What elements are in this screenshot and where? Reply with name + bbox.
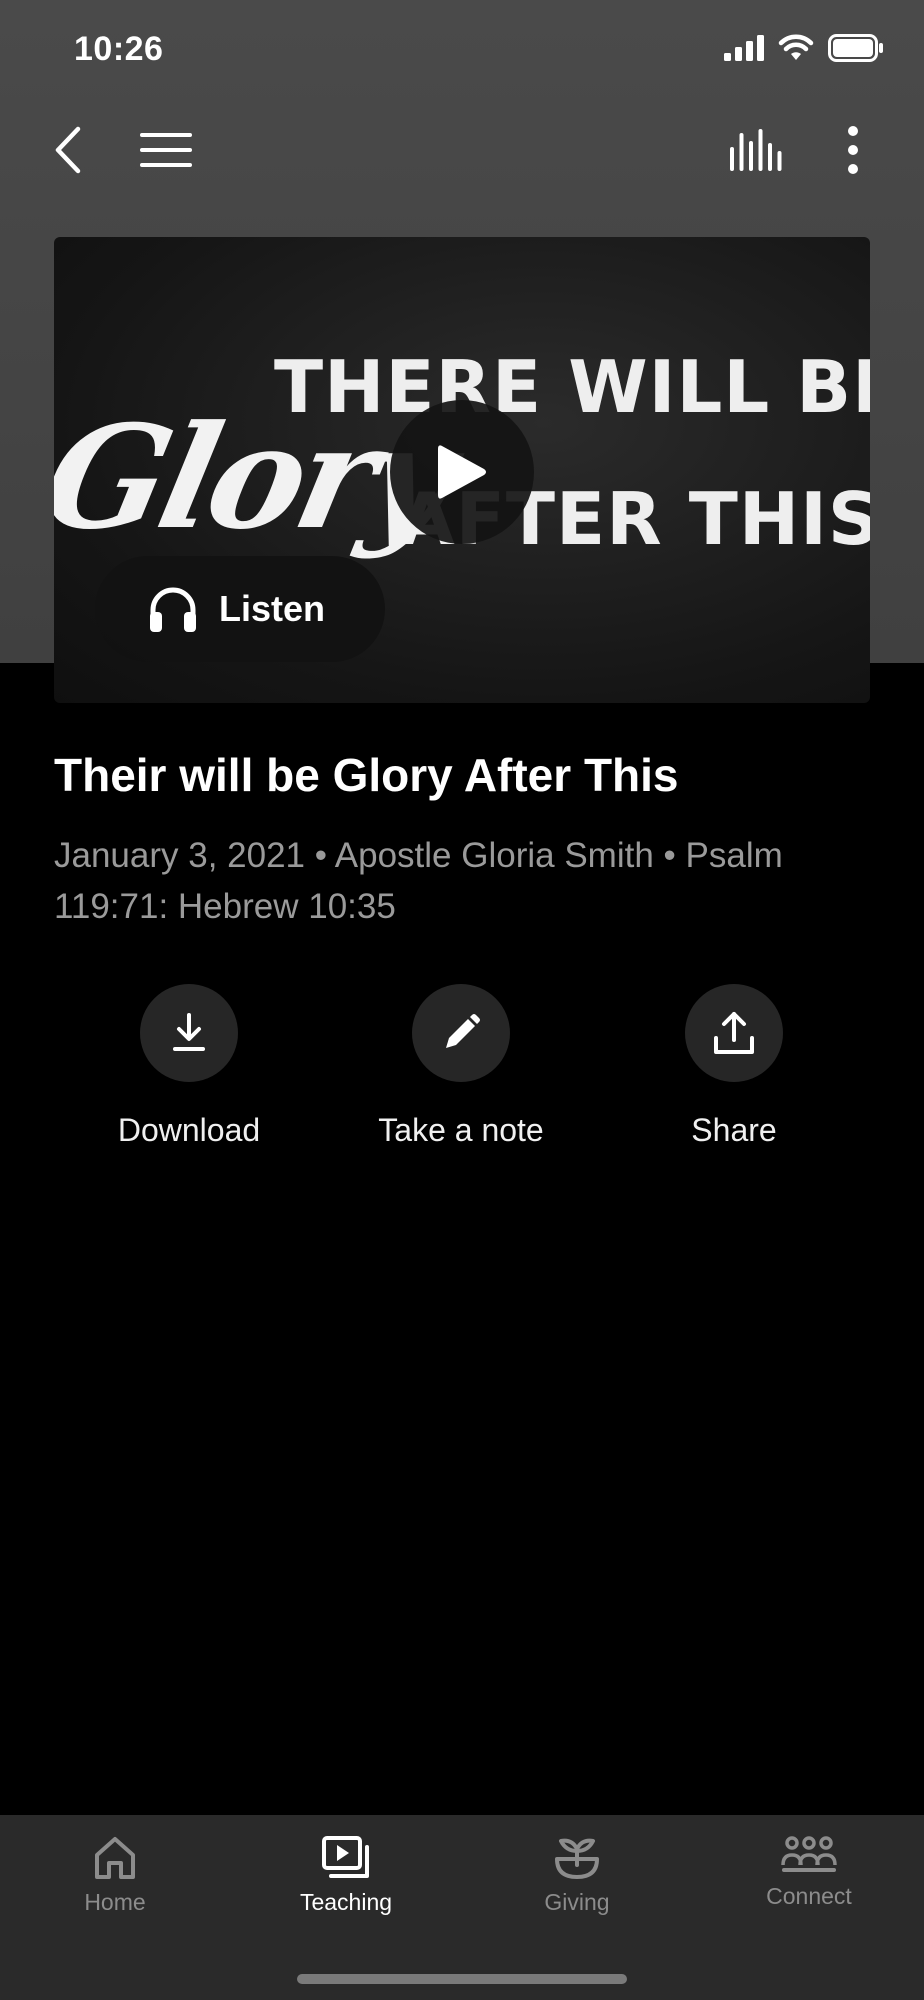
status-icons [724, 34, 884, 62]
equalizer-icon [730, 129, 782, 171]
teaching-icon [322, 1836, 369, 1878]
tab-giving-label: Giving [544, 1889, 610, 1915]
pencil-icon [446, 1014, 480, 1048]
tab-teaching-label: Teaching [299, 1889, 393, 1915]
share-label: Share [691, 1112, 777, 1148]
tab-connect-label: Connect [766, 1883, 852, 1909]
battery-icon [828, 34, 883, 62]
bottom-tab-bar: Home Teaching Giving Connect [0, 1815, 924, 2000]
download-icon [173, 1013, 205, 1051]
tab-giving[interactable]: Giving [477, 1835, 677, 1916]
take-note-button[interactable]: Take a note [341, 984, 581, 1149]
share-circle [685, 984, 783, 1082]
wifi-icon [778, 34, 814, 60]
share-button[interactable]: Share [614, 984, 854, 1149]
menu-button[interactable] [138, 122, 194, 178]
take-note-label: Take a note [378, 1112, 544, 1148]
audio-levels-button[interactable] [726, 122, 786, 178]
more-vertical-icon [848, 126, 858, 174]
tab-connect[interactable]: Connect [709, 1835, 909, 1910]
tab-teaching[interactable]: Teaching [246, 1835, 446, 1916]
back-button[interactable] [46, 118, 90, 182]
take-note-circle [412, 984, 510, 1082]
signal-icon [724, 35, 764, 61]
sermon-title: Their will be Glory After This [54, 749, 679, 801]
play-icon [438, 445, 486, 499]
download-button[interactable]: Download [69, 984, 309, 1149]
more-options-button[interactable] [832, 120, 874, 180]
sermon-meta: January 3, 2021 • Apostle Gloria Smith •… [54, 836, 783, 926]
home-indicator [297, 1974, 627, 1984]
status-bar: 10:26 [0, 0, 924, 100]
listen-button[interactable]: Listen [95, 556, 385, 662]
tab-home[interactable]: Home [15, 1835, 215, 1916]
chevron-left-icon [55, 126, 81, 174]
download-circle [140, 984, 238, 1082]
connect-icon [781, 1836, 837, 1872]
giving-icon [555, 1838, 599, 1879]
top-navigation [0, 110, 924, 190]
tab-home-label: Home [84, 1889, 146, 1915]
action-row: Download Take a note Share [0, 984, 924, 1148]
share-icon [714, 1012, 754, 1054]
hamburger-icon [140, 133, 192, 167]
play-button[interactable] [390, 400, 534, 544]
listen-label: Listen [219, 588, 326, 629]
download-label: Download [117, 1112, 261, 1148]
home-icon [95, 1837, 135, 1879]
headphones-icon [150, 587, 196, 632]
status-time: 10:26 [74, 30, 164, 68]
